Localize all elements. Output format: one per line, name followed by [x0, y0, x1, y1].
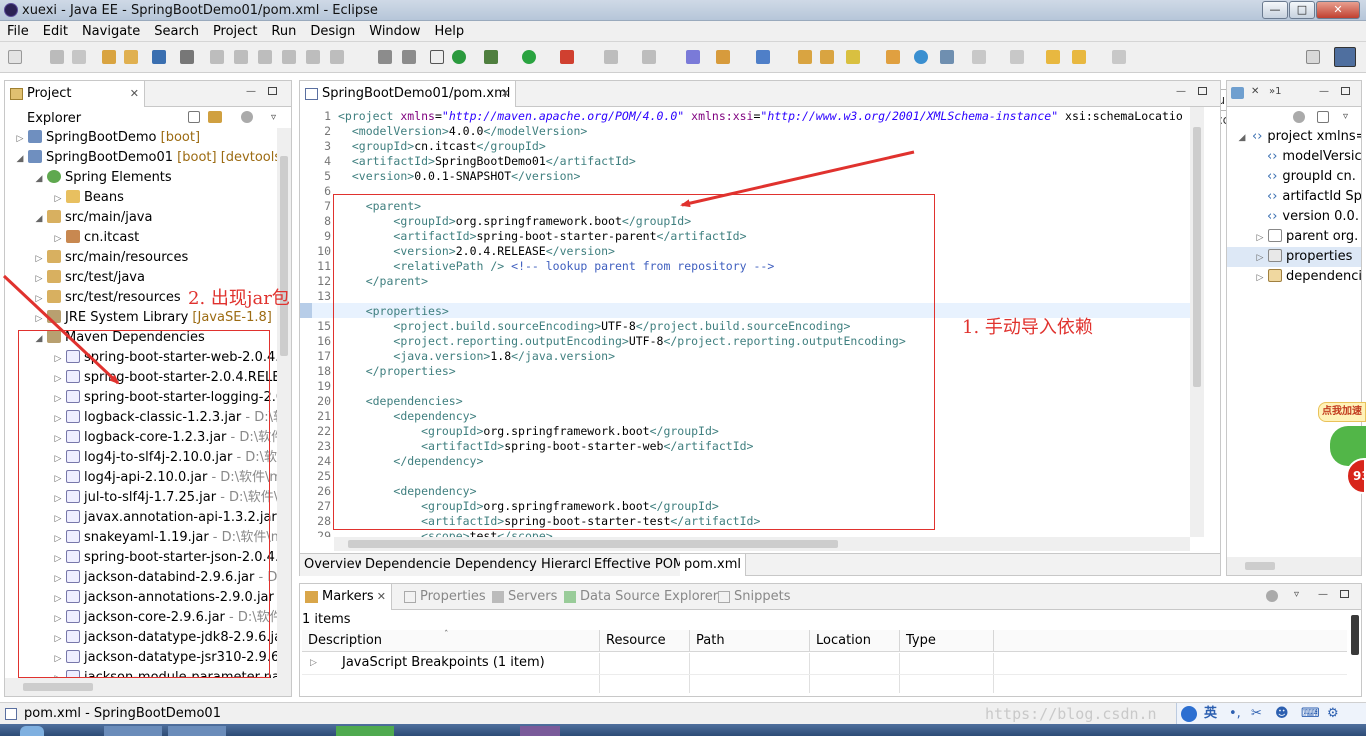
ime-skin-icon[interactable]: ☻ — [1275, 703, 1289, 725]
ime-punct-icon[interactable]: •, — [1229, 703, 1241, 725]
taskbar-app[interactable] — [336, 726, 394, 736]
taskbar-app[interactable] — [104, 726, 162, 736]
status-text: pom.xml - SpringBootDemo01 — [24, 706, 221, 721]
watermark: https://blog.csdn.n — [985, 705, 1157, 723]
ime-toolbar[interactable]: 英 •, ✂ ☻ ⌨ ⚙ — [1176, 703, 1366, 725]
annotation-arrows — [2, 150, 915, 385]
start-button-icon[interactable] — [20, 726, 44, 736]
xml-file-icon — [5, 708, 17, 720]
ime-tools-icon[interactable]: ✂ — [1251, 703, 1262, 725]
ime-keyboard-icon[interactable]: ⌨ — [1301, 703, 1320, 725]
os-taskbar — [0, 724, 1366, 736]
arrow-to-pom — [680, 150, 915, 208]
status-bar: pom.xml - SpringBootDemo01 https://blog.… — [0, 702, 1366, 725]
taskbar-app[interactable] — [168, 726, 226, 736]
ime-language[interactable]: 英 — [1204, 703, 1217, 725]
taskbar-app[interactable] — [520, 726, 560, 736]
ime-logo-icon[interactable] — [1181, 706, 1197, 722]
ime-settings-icon[interactable]: ⚙ — [1327, 703, 1339, 725]
arrow-to-jars — [2, 274, 120, 385]
